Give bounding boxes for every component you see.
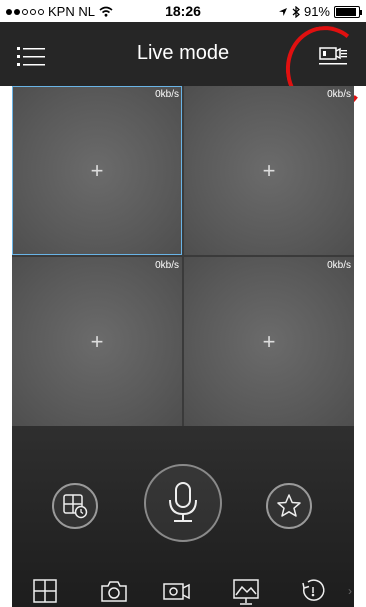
channel-cell-1[interactable]: 0kb/s +: [12, 86, 182, 255]
star-icon: [277, 494, 301, 517]
microphone-icon: [169, 482, 197, 522]
add-channel-icon[interactable]: +: [263, 329, 276, 355]
image-icon: [233, 579, 259, 605]
favorite-button[interactable]: [266, 483, 312, 529]
camera-icon: [101, 581, 127, 602]
add-channel-icon[interactable]: +: [91, 158, 104, 184]
chevron-right-icon[interactable]: ›: [348, 584, 352, 598]
playback-icon: [63, 494, 88, 519]
image-button[interactable]: [232, 578, 260, 606]
battery-icon: [334, 5, 362, 18]
bitrate-label: 0kb/s: [327, 89, 351, 100]
split-screen-icon: [33, 579, 57, 603]
talk-button[interactable]: [144, 464, 222, 542]
battery-percent: 91%: [303, 4, 330, 19]
ptz-button[interactable]: [300, 578, 326, 604]
add-channel-icon[interactable]: +: [91, 329, 104, 355]
bitrate-label: 0kb/s: [327, 260, 351, 271]
bottom-toolbar: ›: [12, 576, 354, 607]
bitrate-label: 0kb/s: [155, 89, 179, 100]
channel-cell-4[interactable]: 0kb/s +: [184, 257, 354, 426]
playback-button[interactable]: [52, 483, 98, 529]
status-right: 91%: [278, 4, 362, 19]
video-record-icon: [163, 583, 190, 600]
ptz-icon: [302, 579, 325, 601]
location-icon: [278, 7, 287, 16]
channel-cell-3[interactable]: 0kb/s +: [12, 257, 182, 426]
bitrate-label: 0kb/s: [155, 260, 179, 271]
control-panel: ›: [12, 426, 354, 607]
snapshot-button[interactable]: [100, 578, 128, 604]
video-grid: 0kb/s + 0kb/s + 0kb/s + 0kb/s +: [12, 86, 354, 426]
status-bar: KPN NL 18:26 91%: [0, 0, 366, 22]
bluetooth-icon: [292, 5, 300, 18]
channel-cell-2[interactable]: 0kb/s +: [184, 86, 354, 255]
add-channel-icon[interactable]: +: [263, 158, 276, 184]
video-record-button[interactable]: [162, 578, 192, 604]
split-screen-button[interactable]: [32, 578, 58, 604]
